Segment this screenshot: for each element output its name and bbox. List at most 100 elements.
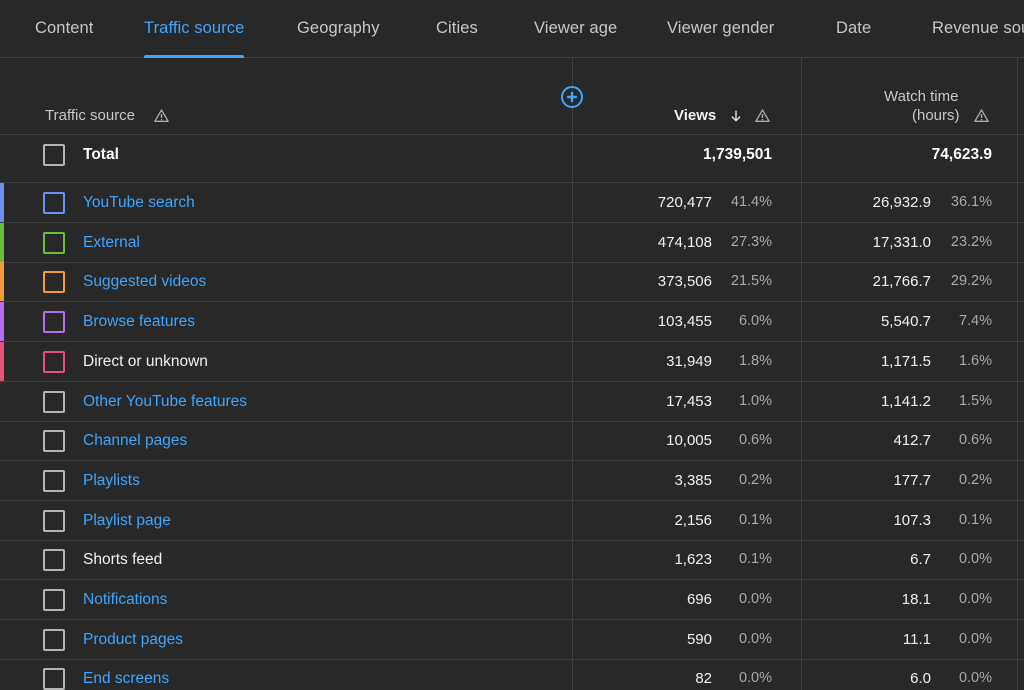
watch-time-percent: 0.0% (958, 591, 992, 607)
views-value: 10,005 (666, 432, 712, 450)
column-header-traffic-source[interactable]: Traffic source (45, 107, 135, 124)
views-value: 590 (686, 630, 712, 648)
watch-time-value: 1,141.2 (880, 392, 931, 410)
warning-triangle-icon[interactable] (973, 108, 990, 124)
watch-time-percent: 0.6% (958, 432, 992, 449)
row-checkbox[interactable] (43, 311, 65, 334)
traffic-source-label[interactable]: End screens (83, 659, 169, 690)
traffic-source-label[interactable]: Playlist page (83, 501, 171, 540)
tab-traffic-source[interactable]: Traffic source (144, 0, 245, 58)
warning-triangle-icon[interactable] (754, 108, 771, 124)
total-label: Total (83, 146, 119, 163)
table-row: Other YouTube features 17,453 1.0% 1,141.2 1… (0, 382, 1024, 422)
tab-viewer-age[interactable]: Viewer age (534, 0, 617, 58)
column-header-views[interactable]: Views (674, 107, 716, 124)
watch-time-value: 107.3 (893, 511, 931, 529)
table-row: YouTube search 720,477 41.4% 26,932.9 36.1% (0, 183, 1024, 223)
total-watch-time: 74,623.9 (931, 146, 992, 163)
table-row: Channel pages 10,005 0.6% 412.7 0.6% (0, 421, 1024, 462)
views-percent: 21.5% (730, 273, 772, 290)
watch-time-percent: 7.4% (958, 313, 992, 330)
views-percent: 0.2% (738, 471, 772, 488)
views-percent: 0.1% (738, 551, 772, 568)
views-percent: 6.0% (738, 313, 772, 330)
column-header-watch-time[interactable]: Watch time (884, 88, 958, 105)
tab-viewer-gender[interactable]: Viewer gender (667, 0, 774, 58)
views-percent: 0.0% (738, 630, 772, 647)
watch-time-value: 5,540.7 (880, 313, 931, 331)
tab-cities[interactable]: Cities (436, 0, 478, 58)
tab-revenue-source[interactable]: Revenue sou (932, 0, 1024, 58)
add-column-icon[interactable] (560, 85, 584, 109)
views-percent: 0.0% (738, 591, 772, 607)
active-tab-indicator (144, 55, 245, 58)
series-color-bar (0, 262, 4, 302)
warning-triangle-icon[interactable] (153, 108, 170, 124)
views-value: 696 (686, 591, 712, 608)
traffic-source-label[interactable]: Channel pages (83, 421, 187, 460)
series-color-bar (0, 222, 4, 262)
traffic-source-label[interactable]: External (83, 223, 140, 262)
row-checkbox[interactable] (43, 668, 65, 690)
report-tabs: Content Traffic source Geography Cities … (0, 0, 1024, 58)
row-checkbox[interactable] (43, 390, 65, 413)
table-row: Playlist page 2,156 0.1% 107.3 0.1% (0, 501, 1024, 541)
views-value: 82 (695, 670, 712, 688)
views-percent: 27.3% (730, 233, 772, 250)
tab-content[interactable]: Content (35, 0, 94, 58)
row-checkbox[interactable] (43, 549, 65, 572)
views-percent: 1.8% (738, 352, 772, 369)
views-value: 373,506 (657, 273, 712, 291)
views-percent: 0.0% (738, 670, 772, 687)
watch-time-value: 21,766.7 (872, 273, 931, 291)
total-views: 1,739,501 (703, 146, 772, 163)
total-checkbox[interactable] (43, 144, 65, 166)
table-row: Browse features 103,455 6.0% 5,540.7 7.4% (0, 302, 1024, 343)
row-checkbox[interactable] (43, 350, 65, 373)
traffic-source-label[interactable]: Notifications (83, 580, 167, 619)
arrow-down-icon[interactable] (729, 108, 743, 124)
table-row: Product pages 590 0.0% 11.1 0.0% (0, 620, 1024, 660)
table-row: Shorts feed 1,623 0.1% 6.7 0.0% (0, 540, 1024, 581)
traffic-source-label[interactable]: Browse features (83, 302, 195, 341)
views-percent: 0.1% (738, 511, 772, 528)
tab-geography[interactable]: Geography (297, 0, 380, 58)
series-color-bar (0, 302, 4, 342)
traffic-source-label[interactable]: Product pages (83, 620, 183, 659)
row-checkbox[interactable] (43, 430, 65, 453)
table-row: Suggested videos 373,506 21.5% 21,766.7 29.2… (0, 262, 1024, 303)
views-value: 103,455 (657, 313, 712, 331)
views-value: 720,477 (657, 194, 712, 211)
watch-time-value: 1,171.5 (880, 352, 931, 370)
row-checkbox[interactable] (43, 271, 65, 294)
row-checkbox[interactable] (43, 589, 65, 611)
watch-time-percent: 0.0% (958, 630, 992, 647)
traffic-source-label[interactable]: YouTube search (83, 183, 195, 222)
row-checkbox[interactable] (43, 628, 65, 651)
views-value: 2,156 (674, 511, 712, 529)
tab-date[interactable]: Date (836, 0, 871, 58)
traffic-source-label[interactable]: Other YouTube features (83, 382, 247, 421)
row-checkbox[interactable] (43, 509, 65, 532)
traffic-source-label[interactable]: Playlists (83, 461, 140, 500)
watch-time-value: 11.1 (902, 630, 931, 648)
traffic-source-label: Shorts feed (83, 551, 163, 569)
views-value: 17,453 (666, 392, 712, 410)
table-row: Notifications 696 0.0% 18.1 0.0% (0, 580, 1024, 620)
traffic-source-label[interactable]: Suggested videos (83, 262, 206, 301)
watch-time-value: 177.7 (893, 471, 931, 489)
watch-time-value: 18.1 (901, 591, 931, 608)
table-row: External 474,108 27.3% 17,331.0 23.2% (0, 222, 1024, 263)
table-row: Playlists 3,385 0.2% 177.7 0.2% (0, 461, 1024, 501)
watch-time-value: 412.7 (893, 432, 931, 450)
watch-time-percent: 0.1% (958, 511, 992, 528)
row-checkbox[interactable] (43, 231, 65, 254)
row-checkbox[interactable] (43, 192, 65, 214)
row-checkbox[interactable] (43, 469, 65, 492)
watch-time-percent: 0.0% (958, 551, 992, 568)
watch-time-value: 6.7 (910, 551, 931, 569)
watch-time-value: 6.0 (910, 670, 931, 688)
watch-time-percent: 1.6% (958, 352, 992, 369)
watch-time-value: 17,331.0 (872, 233, 931, 251)
views-value: 31,949 (666, 352, 712, 370)
